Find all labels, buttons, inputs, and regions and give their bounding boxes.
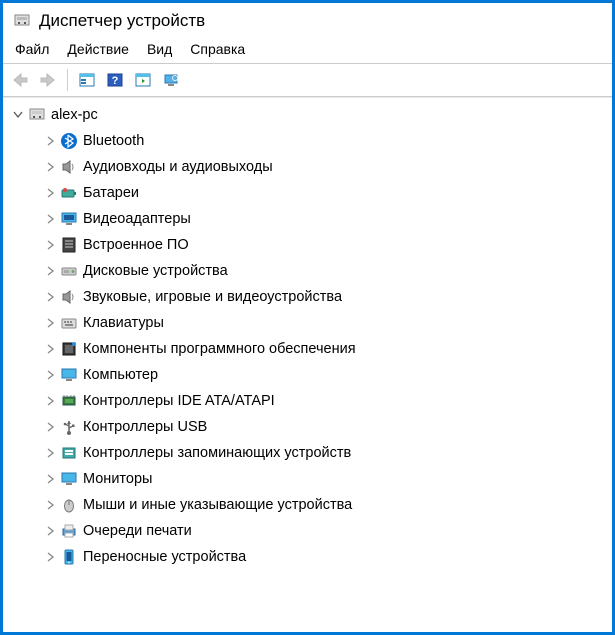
- menu-view[interactable]: Вид: [147, 41, 172, 57]
- expand-icon[interactable]: [43, 212, 57, 226]
- tree-node-label: Переносные устройства: [83, 549, 246, 565]
- tree-node[interactable]: Контроллеры запоминающих устройств: [9, 440, 612, 466]
- menubar: Файл Действие Вид Справка: [3, 37, 612, 63]
- window-title: Диспетчер устройств: [39, 11, 205, 31]
- tree-node[interactable]: Дисковые устройства: [9, 258, 612, 284]
- menu-action[interactable]: Действие: [67, 41, 129, 57]
- tree-node-label: Мыши и иные указывающие устройства: [83, 497, 352, 513]
- tree-node-label: Встроенное ПО: [83, 237, 189, 253]
- tree-node[interactable]: Звуковые, игровые и видеоустройства: [9, 284, 612, 310]
- expand-icon[interactable]: [43, 342, 57, 356]
- show-hide-tree-button[interactable]: [74, 67, 100, 93]
- keyboard-icon: [60, 314, 78, 332]
- usb-icon: [60, 418, 78, 436]
- expand-icon[interactable]: [43, 420, 57, 434]
- expand-icon[interactable]: [43, 368, 57, 382]
- mouse-icon: [60, 496, 78, 514]
- tree-node[interactable]: Клавиатуры: [9, 310, 612, 336]
- titlebar: Диспетчер устройств: [3, 3, 612, 37]
- scan-hardware-button[interactable]: [130, 67, 156, 93]
- firmware-icon: [60, 236, 78, 254]
- menu-file[interactable]: Файл: [15, 41, 49, 57]
- tree-node-label: Аудиовходы и аудиовыходы: [83, 159, 273, 175]
- expand-icon[interactable]: [43, 160, 57, 174]
- collapse-icon[interactable]: [11, 108, 25, 122]
- expand-icon[interactable]: [43, 550, 57, 564]
- menu-help[interactable]: Справка: [190, 41, 245, 57]
- tree-node[interactable]: Компьютер: [9, 362, 612, 388]
- expand-icon[interactable]: [43, 316, 57, 330]
- tree-node-label: Компьютер: [83, 367, 158, 383]
- tree-node-label: Контроллеры USB: [83, 419, 207, 435]
- remote-computer-button[interactable]: [158, 67, 184, 93]
- back-button[interactable]: [7, 67, 33, 93]
- tree-node-label: Видеоадаптеры: [83, 211, 191, 227]
- monitor-icon: [60, 366, 78, 384]
- expand-icon[interactable]: [43, 446, 57, 460]
- tree-node-label: Очереди печати: [83, 523, 192, 539]
- expand-icon[interactable]: [43, 498, 57, 512]
- tree-node-label: Контроллеры IDE ATA/ATAPI: [83, 393, 275, 409]
- display-icon: [60, 210, 78, 228]
- expand-icon[interactable]: [43, 134, 57, 148]
- speaker-icon: [60, 158, 78, 176]
- printer-icon: [60, 522, 78, 540]
- monitor-icon: [60, 470, 78, 488]
- tree-node[interactable]: Аудиовходы и аудиовыходы: [9, 154, 612, 180]
- tree-node-label: Bluetooth: [83, 133, 144, 149]
- help-button[interactable]: ?: [102, 67, 128, 93]
- bluetooth-icon: [60, 132, 78, 150]
- tree-node[interactable]: Очереди печати: [9, 518, 612, 544]
- toolbar-separator: [67, 69, 68, 91]
- ide-icon: [60, 392, 78, 410]
- expand-icon[interactable]: [43, 238, 57, 252]
- expand-icon[interactable]: [43, 264, 57, 278]
- tree-node-label: Компоненты программного обеспечения: [83, 341, 356, 357]
- expand-icon[interactable]: [43, 186, 57, 200]
- expand-icon[interactable]: [43, 472, 57, 486]
- tree-node[interactable]: Видеоадаптеры: [9, 206, 612, 232]
- tree-node[interactable]: Батареи: [9, 180, 612, 206]
- svg-text:?: ?: [112, 75, 119, 87]
- storage-icon: [60, 444, 78, 462]
- tree-node[interactable]: Контроллеры IDE ATA/ATAPI: [9, 388, 612, 414]
- tree-node[interactable]: Контроллеры USB: [9, 414, 612, 440]
- tree-root-node[interactable]: alex-pc: [9, 102, 612, 128]
- forward-button[interactable]: [35, 67, 61, 93]
- root-label: alex-pc: [51, 107, 98, 123]
- expand-icon[interactable]: [43, 524, 57, 538]
- tree-node[interactable]: Bluetooth: [9, 128, 612, 154]
- device-manager-window: Диспетчер устройств Файл Действие Вид Сп…: [0, 0, 615, 635]
- tree-node-label: Клавиатуры: [83, 315, 164, 331]
- computer-icon: [28, 106, 46, 124]
- battery-icon: [60, 184, 78, 202]
- tree-node[interactable]: Мониторы: [9, 466, 612, 492]
- app-icon: [13, 12, 31, 30]
- tree-node[interactable]: Мыши и иные указывающие устройства: [9, 492, 612, 518]
- expand-icon[interactable]: [43, 290, 57, 304]
- tree-node-label: Дисковые устройства: [83, 263, 228, 279]
- tree-node[interactable]: Компоненты программного обеспечения: [9, 336, 612, 362]
- expand-icon[interactable]: [43, 394, 57, 408]
- tree-node-label: Контроллеры запоминающих устройств: [83, 445, 351, 461]
- tree-node-label: Мониторы: [83, 471, 152, 487]
- software-icon: [60, 340, 78, 358]
- toolbar: ?: [3, 63, 612, 97]
- tree-node[interactable]: Переносные устройства: [9, 544, 612, 570]
- portable-icon: [60, 548, 78, 566]
- speaker-icon: [60, 288, 78, 306]
- tree-node[interactable]: Встроенное ПО: [9, 232, 612, 258]
- tree-node-label: Батареи: [83, 185, 139, 201]
- disk-icon: [60, 262, 78, 280]
- tree-node-label: Звуковые, игровые и видеоустройства: [83, 289, 342, 305]
- device-tree[interactable]: alex-pc Bluetooth Аудиовходы и аудиовыход…: [3, 97, 612, 632]
